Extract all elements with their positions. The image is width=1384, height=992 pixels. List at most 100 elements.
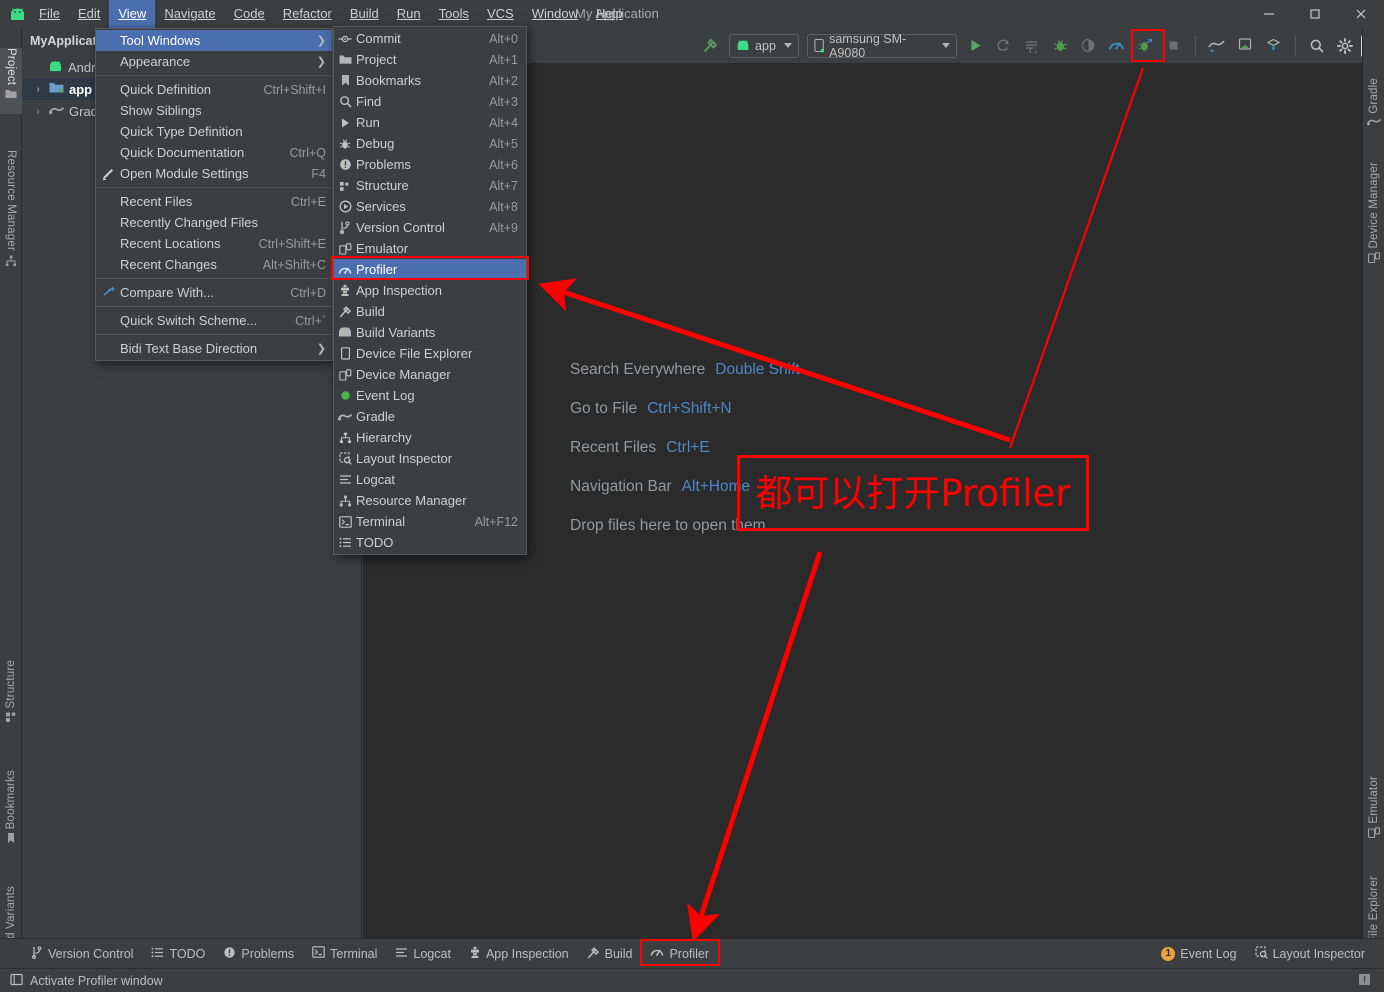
menu-navigate[interactable]: Navigate xyxy=(155,0,224,28)
notification-icon[interactable] xyxy=(1357,972,1372,990)
minimize-button[interactable] xyxy=(1246,0,1292,28)
submenu-item-device-manager[interactable]: Device Manager xyxy=(334,364,526,385)
sidebar-item-emulator[interactable]: Emulator xyxy=(1363,776,1384,854)
menu-item-tool-windows[interactable]: Tool Windows ❯ xyxy=(96,30,332,51)
submenu-item-todo[interactable]: TODO xyxy=(334,532,526,553)
menu-item-recent-changes[interactable]: Recent Changes Alt+Shift+C xyxy=(96,254,332,275)
device-selector[interactable]: samsung SM-A9080 xyxy=(806,32,957,60)
attach-debugger-icon[interactable] xyxy=(1076,33,1100,59)
menu-code[interactable]: Code xyxy=(225,0,274,28)
menu-window-label: Window xyxy=(531,6,578,21)
bottom-item-logcat[interactable]: Logcat xyxy=(386,941,460,967)
submenu-item-layout-inspector[interactable]: Layout Inspector xyxy=(334,448,526,469)
bottom-item-version-control[interactable]: Version Control xyxy=(22,941,142,967)
submenu-item-bookmarks[interactable]: Bookmarks Alt+2 xyxy=(334,70,526,91)
menu-run[interactable]: Run xyxy=(388,0,430,28)
submenu-item-profiler[interactable]: Profiler xyxy=(334,259,526,280)
menu-item-appearance[interactable]: Appearance ❯ xyxy=(96,51,332,72)
search-icon[interactable] xyxy=(1305,33,1329,59)
apply-code-changes-icon[interactable] xyxy=(1020,33,1044,59)
submenu-item-app-inspection[interactable]: App Inspection xyxy=(334,280,526,301)
tree-item-label: Grad xyxy=(69,103,98,119)
menu-edit[interactable]: Edit xyxy=(69,0,109,28)
sidebar-item-bookmarks[interactable]: Bookmarks xyxy=(0,770,22,864)
run-icon[interactable] xyxy=(963,33,987,59)
chevron-right-icon[interactable]: › xyxy=(32,106,44,117)
menu-item-recent-locations[interactable]: Recent Locations Ctrl+Shift+E xyxy=(96,233,332,254)
sidebar-item-resource-manager[interactable]: Resource Manager xyxy=(0,150,22,285)
bottom-item-problems[interactable]: Problems xyxy=(214,941,303,967)
stop-icon[interactable] xyxy=(1161,33,1185,59)
bottom-item-event-log[interactable]: 1 Event Log xyxy=(1152,941,1245,967)
profiler-icon[interactable] xyxy=(1105,33,1129,59)
submenu-item-build[interactable]: Build xyxy=(334,301,526,322)
menu-item-quick-definition[interactable]: Quick Definition Ctrl+Shift+I xyxy=(96,79,332,100)
menu-item-quick-switch-scheme[interactable]: Quick Switch Scheme... Ctrl+` xyxy=(96,310,332,331)
close-button[interactable] xyxy=(1338,0,1384,28)
submenu-item-logcat[interactable]: Logcat xyxy=(334,469,526,490)
menu-help[interactable]: Help xyxy=(587,0,632,28)
apply-changes-icon[interactable]: A xyxy=(991,33,1015,59)
bottom-item-profiler[interactable]: Profiler xyxy=(641,941,718,967)
sidebar-item-structure[interactable]: Structure xyxy=(0,660,22,742)
run-configuration-selector[interactable]: app xyxy=(729,33,799,58)
maximize-button[interactable] xyxy=(1292,0,1338,28)
menu-tools[interactable]: Tools xyxy=(430,0,478,28)
sidebar-item-gradle[interactable]: Gradle xyxy=(1363,78,1384,144)
menu-view[interactable]: View xyxy=(109,0,156,28)
submenu-item-problems[interactable]: Problems Alt+6 xyxy=(334,154,526,175)
submenu-item-emulator[interactable]: Emulator xyxy=(334,238,526,259)
profiler-icon xyxy=(650,945,664,962)
menu-item-accelerator: Ctrl+E xyxy=(290,194,326,209)
problems-icon xyxy=(223,946,236,962)
sync-gradle-icon[interactable] xyxy=(1261,33,1285,59)
avd-manager-icon[interactable] xyxy=(1233,33,1257,59)
build-hammer-icon[interactable] xyxy=(699,33,723,59)
menu-item-show-siblings[interactable]: Show Siblings xyxy=(96,100,332,121)
submenu-item-resource-manager[interactable]: Resource Manager xyxy=(334,490,526,511)
menu-window[interactable]: Window xyxy=(523,0,587,28)
sidebar-item-device-manager[interactable]: Device Manager xyxy=(1363,162,1384,280)
settings-gear-icon[interactable] xyxy=(1333,33,1357,59)
submenu-item-gradle[interactable]: Gradle xyxy=(334,406,526,427)
menu-refactor[interactable]: Refactor xyxy=(274,0,341,28)
submenu-item-hierarchy[interactable]: Hierarchy xyxy=(334,427,526,448)
submenu-item-version-control[interactable]: Version Control Alt+9 xyxy=(334,217,526,238)
submenu-item-find[interactable]: Find Alt+3 xyxy=(334,91,526,112)
menu-item-quick-type-definition[interactable]: Quick Type Definition xyxy=(96,121,332,142)
submenu-item-device-file-explorer[interactable]: Device File Explorer xyxy=(334,343,526,364)
chevron-right-icon[interactable]: › xyxy=(32,84,44,95)
bottom-item-todo[interactable]: TODO xyxy=(142,941,214,967)
submenu-item-run[interactable]: Run Alt+4 xyxy=(334,112,526,133)
menu-item-compare-with[interactable]: Compare With... Ctrl+D xyxy=(96,282,332,303)
menu-item-label: Open Module Settings xyxy=(120,166,249,181)
bottom-tool-bar: Version Control TODO Problems Terminal L… xyxy=(0,938,1384,968)
profile-app-icon[interactable] xyxy=(1133,33,1157,59)
submenu-item-services[interactable]: Services Alt+8 xyxy=(334,196,526,217)
submenu-item-commit[interactable]: Commit Alt+0 xyxy=(334,28,526,49)
bottom-item-terminal[interactable]: Terminal xyxy=(303,941,386,967)
menu-item-open-module-settings[interactable]: Open Module Settings F4 xyxy=(96,163,332,184)
submenu-item-debug[interactable]: Debug Alt+5 xyxy=(334,133,526,154)
menu-file[interactable]: File xyxy=(30,0,69,28)
submenu-item-build-variants[interactable]: Build Variants xyxy=(334,322,526,343)
window-icon xyxy=(10,973,23,989)
submenu-item-project[interactable]: Project Alt+1 xyxy=(334,49,526,70)
bottom-item-app-inspection[interactable]: App Inspection xyxy=(460,941,578,967)
build-hammer-icon xyxy=(587,946,600,962)
debug-icon[interactable] xyxy=(1048,33,1072,59)
submenu-item-structure[interactable]: Structure Alt+7 xyxy=(334,175,526,196)
bottom-item-layout-inspector[interactable]: Layout Inspector xyxy=(1246,941,1374,967)
menu-vcs[interactable]: VCS xyxy=(478,0,523,28)
menu-item-recent-files[interactable]: Recent Files Ctrl+E xyxy=(96,191,332,212)
bottom-item-build[interactable]: Build xyxy=(578,941,642,967)
sdk-manager-icon[interactable] xyxy=(1205,33,1229,59)
sidebar-item-project[interactable]: Project xyxy=(0,48,22,114)
submenu-item-terminal[interactable]: Terminal Alt+F12 xyxy=(334,511,526,532)
menu-build[interactable]: Build xyxy=(341,0,388,28)
menu-item-bidi-text-base-direction[interactable]: Bidi Text Base Direction ❯ xyxy=(96,338,332,359)
menu-item-quick-documentation[interactable]: Quick Documentation Ctrl+Q xyxy=(96,142,332,163)
bottom-item-label: Version Control xyxy=(48,946,134,961)
submenu-item-event-log[interactable]: Event Log xyxy=(334,385,526,406)
menu-item-recently-changed-files[interactable]: Recently Changed Files xyxy=(96,212,332,233)
